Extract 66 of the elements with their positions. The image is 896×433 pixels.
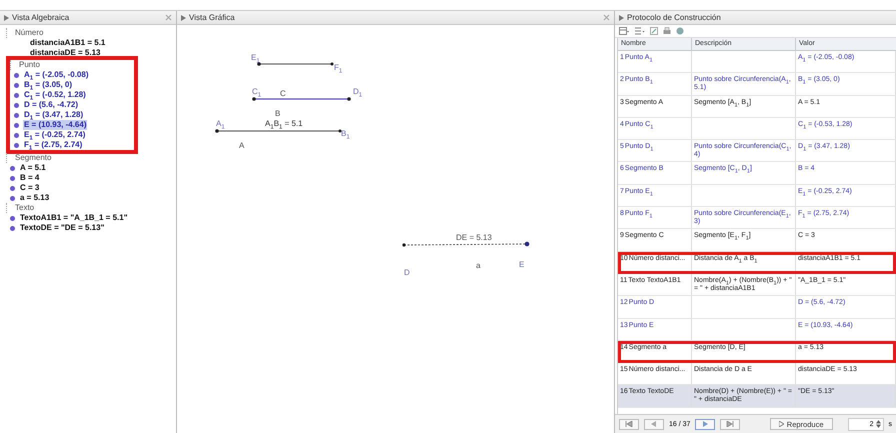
point-label: A$_{1}$B$_{1}$ = 5.1: [265, 119, 303, 128]
visibility-dot-icon[interactable]: [14, 72, 19, 78]
category-label[interactable]: Punto: [10, 60, 134, 70]
algebra-item[interactable]: F$_{1}$ = (2.75, 2.74): [23, 140, 84, 150]
expand-icon[interactable]: [619, 14, 624, 20]
algebra-item[interactable]: E = (10.93, -4.64): [23, 120, 88, 130]
algebra-item[interactable]: E$_{1}$ = (-0.25, 2.74): [23, 130, 86, 140]
next-step-button[interactable]: [695, 418, 716, 430]
point-label: E$_{1}$: [251, 53, 260, 62]
first-step-button[interactable]: [619, 418, 639, 430]
back-icon: [650, 421, 658, 427]
point-label: B: [275, 109, 280, 118]
panel-title: Vista Gráfica: [189, 13, 235, 22]
visibility-dot-icon[interactable]: [10, 166, 15, 170]
point-label: D: [404, 268, 410, 277]
visibility-dot-icon[interactable]: [14, 122, 19, 128]
point-label: E: [519, 260, 524, 269]
column-icon[interactable]: [634, 27, 645, 35]
point-label: F$_{1}$: [334, 63, 342, 72]
point-label: a: [476, 261, 480, 270]
category-label[interactable]: Texto: [6, 203, 176, 213]
algebra-item[interactable]: C = 3: [19, 183, 40, 193]
visibility-dot-icon[interactable]: [10, 216, 15, 220]
table-icon[interactable]: [619, 27, 629, 35]
spinner-arrows-icon[interactable]: [876, 420, 880, 428]
point-label: A$_{1}$: [216, 119, 225, 128]
visibility-dot-icon[interactable]: [14, 132, 19, 138]
expand-icon[interactable]: [181, 14, 186, 20]
visibility-dot-icon[interactable]: [10, 226, 15, 230]
visibility-dot-icon[interactable]: [14, 142, 19, 148]
category-label[interactable]: Segmento: [6, 153, 176, 163]
point-label: A: [239, 141, 244, 150]
expand-icon[interactable]: [4, 14, 9, 20]
visibility-dot-icon[interactable]: [14, 82, 19, 88]
panel-title: Protocolo de Construcción: [627, 13, 721, 22]
visibility-dot-icon[interactable]: [14, 112, 19, 118]
play-icon: [778, 421, 784, 427]
point-label: D$_{1}$: [353, 87, 362, 96]
algebra-item[interactable]: C$_{1}$ = (-0.52, 1.28): [23, 90, 87, 100]
point-label: C: [280, 89, 286, 98]
point-label: C$_{1}$: [252, 87, 262, 96]
algebra-item[interactable]: A$_{1}$ = (-2.05, -0.08): [23, 70, 90, 80]
algebra-item[interactable]: B$_{1}$ = (3.05, 0): [23, 80, 74, 90]
forward-icon: [701, 421, 710, 427]
algebra-item[interactable]: A = 5.1: [19, 163, 47, 173]
algebra-item[interactable]: a = 5.13: [19, 193, 50, 203]
algebra-item[interactable]: D$_{1}$ = (3.47, 1.28): [23, 110, 84, 120]
visibility-dot-icon[interactable]: [14, 102, 19, 108]
algebra-item[interactable]: B = 4: [19, 173, 40, 183]
visibility-dot-icon[interactable]: [14, 92, 19, 98]
algebra-item[interactable]: distanciaDE = 5.13: [29, 48, 102, 58]
visibility-dot-icon[interactable]: [10, 176, 15, 180]
point-label: DE = 5.13: [456, 233, 492, 242]
visibility-dot-icon[interactable]: [10, 196, 15, 200]
last-step-button[interactable]: [720, 418, 740, 430]
panel-title: Vista Algebraica: [12, 13, 70, 22]
algebra-item[interactable]: TextoA1B1 = "A_1B_1 = 5.1": [19, 213, 128, 223]
algebra-item[interactable]: distanciaA1B1 = 5.1: [29, 38, 106, 48]
skip-back-icon: [625, 421, 633, 427]
point-label: B$_{1}$: [341, 129, 350, 138]
skip-forward-icon: [726, 421, 734, 427]
visibility-dot-icon[interactable]: [10, 186, 15, 190]
algebra-item[interactable]: TextoDE = "DE = 5.13": [19, 223, 106, 233]
print-icon[interactable]: [663, 27, 671, 35]
algebra-item[interactable]: D = (5.6, -4.72): [23, 100, 80, 110]
category-label[interactable]: Número: [6, 28, 176, 38]
